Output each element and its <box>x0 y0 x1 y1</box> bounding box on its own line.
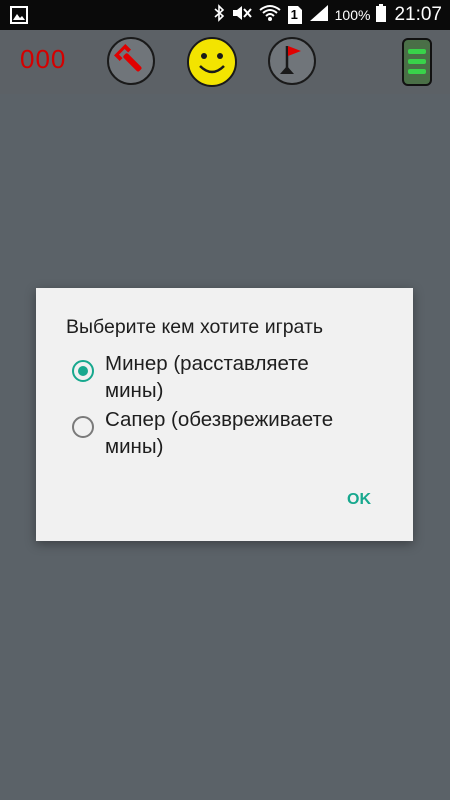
role-select-dialog: Выберите кем хотите играть Минер (расста… <box>36 288 413 541</box>
ok-button[interactable]: OK <box>347 491 371 509</box>
gallery-notification-icon <box>10 6 28 29</box>
game-toolbar: 000 <box>0 30 450 94</box>
wifi-icon <box>259 4 281 27</box>
menu-icon <box>402 38 432 90</box>
menu-button[interactable] <box>402 38 432 91</box>
dialog-title: Выберите кем хотите играть <box>66 316 324 338</box>
option-miner-label: Минер (расставляете мины) <box>105 352 309 402</box>
flag-mode-button[interactable] <box>267 36 317 91</box>
flag-icon <box>267 37 317 90</box>
clock: 21:07 <box>394 4 442 25</box>
new-game-button[interactable] <box>186 36 238 93</box>
sim-icon: 1 <box>287 5 303 25</box>
settings-button[interactable] <box>106 36 156 91</box>
radio-button-unselected[interactable] <box>72 416 94 438</box>
option-sapper-label: Сапер (обезвреживаете мины) <box>105 408 334 458</box>
battery-icon <box>376 3 387 27</box>
bluetooth-icon <box>213 3 225 27</box>
mine-counter: 000 <box>20 44 67 74</box>
smiley-icon <box>186 37 238 92</box>
sim-slot-number: 1 <box>290 7 298 22</box>
status-bar: 1 100% 21:07 <box>0 0 450 30</box>
radio-button-selected[interactable] <box>72 360 94 382</box>
wrench-icon <box>106 37 156 90</box>
signal-icon <box>309 4 329 27</box>
battery-percent: 100% <box>334 7 371 23</box>
mute-icon <box>231 5 253 26</box>
